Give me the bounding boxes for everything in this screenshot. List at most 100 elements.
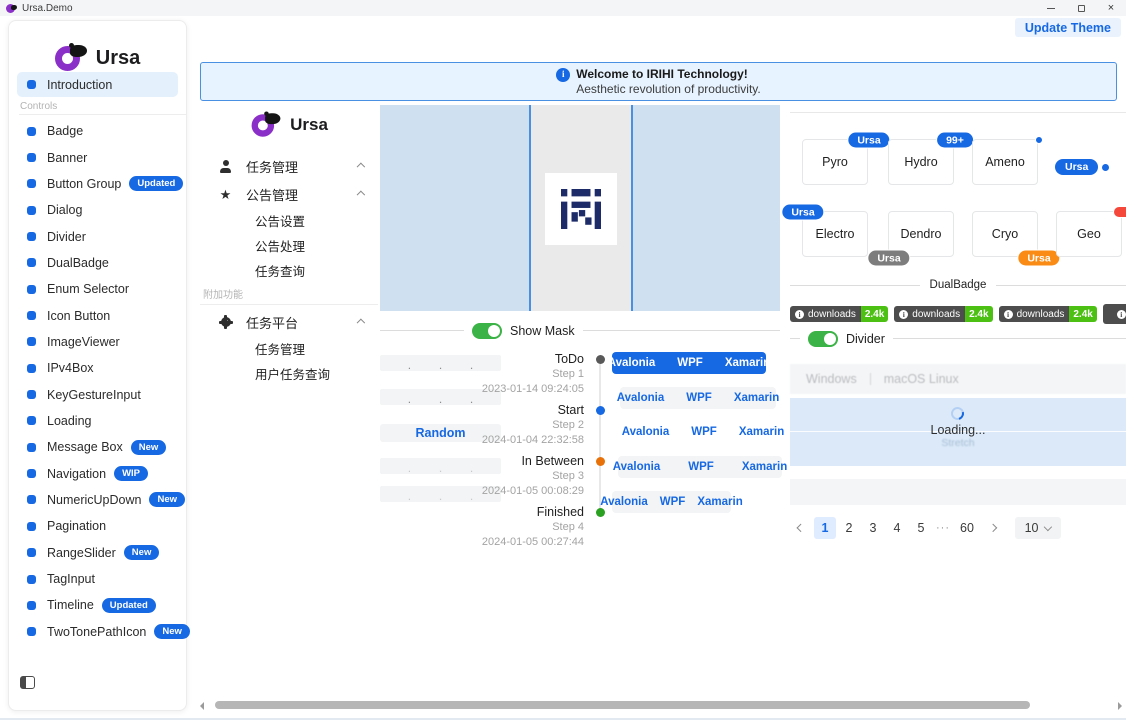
group-button-wpf[interactable]: WPF <box>675 392 723 404</box>
badge-pill: 99+ <box>936 132 974 149</box>
menu-group-item[interactable]: 任务管理 <box>200 152 378 180</box>
sidebar-item-icon-button[interactable]: Icon Button <box>17 302 186 328</box>
badge-card-cryo[interactable]: CryoUrsa <box>972 211 1038 257</box>
sidebar-item-ipv4box[interactable]: IPv4Box <box>17 355 186 381</box>
status-badge: WIP <box>114 466 148 481</box>
minimize-button[interactable] <box>1036 0 1066 16</box>
menu-group-item[interactable]: ★公告管理 <box>200 180 378 208</box>
sidebar-item-loading[interactable]: Loading <box>17 408 186 434</box>
group-button-xamarin[interactable]: Xamarin <box>714 357 781 369</box>
bullet-icon <box>27 627 36 636</box>
sidebar-item-button-group[interactable]: Button GroupUpdated <box>17 171 186 197</box>
image-viewer[interactable] <box>380 105 780 311</box>
bullet-icon <box>27 232 36 241</box>
group-button-wpf[interactable]: WPF <box>680 426 728 438</box>
badge-card-electro[interactable]: ElectroUrsa <box>802 211 868 257</box>
page-size-select[interactable]: 10 <box>1015 517 1061 539</box>
menu-subitem[interactable]: 公告处理 <box>200 233 378 258</box>
gear-icon <box>218 316 233 329</box>
divider <box>790 285 920 286</box>
page-button-1[interactable]: 1 <box>814 517 836 539</box>
sidebar-item-taginput[interactable]: TagInput <box>17 566 186 592</box>
status-badge: New <box>124 545 160 560</box>
sidebar-item-twotonepathicon[interactable]: TwoTonePathIconNew <box>17 619 186 645</box>
sidebar-item-dualbadge[interactable]: DualBadge <box>17 250 186 276</box>
badge-card-ameno[interactable]: Ameno <box>972 139 1038 185</box>
page-button-60[interactable]: 60 <box>954 517 980 539</box>
viewer-guide-line <box>529 105 531 311</box>
collapse-sidebar-icon[interactable] <box>20 676 35 689</box>
sidebar-item-navigation[interactable]: NavigationWIP <box>17 460 186 486</box>
menu-subitem[interactable]: 任务查询 <box>200 258 378 283</box>
page-button-2[interactable]: 2 <box>838 517 860 539</box>
ipv4-input[interactable]: ... <box>380 355 501 371</box>
page-button-5[interactable]: 5 <box>910 517 932 539</box>
page-button-3[interactable]: 3 <box>862 517 884 539</box>
sidebar-item-label: TwoTonePathIcon <box>47 625 146 639</box>
badge-card-dendro[interactable]: DendroUrsa <box>888 211 954 257</box>
horizontal-scrollbar[interactable] <box>196 699 1126 711</box>
minimize-icon <box>1047 8 1055 9</box>
group-button-avalonia[interactable]: Avalonia <box>606 392 676 404</box>
bullet-icon <box>27 127 36 136</box>
sidebar-item-keygestureinput[interactable]: KeyGestureInput <box>17 381 186 407</box>
sidebar-item-enum-selector[interactable]: Enum Selector <box>17 276 186 302</box>
maximize-button[interactable] <box>1066 0 1096 16</box>
disabled-tab: Windows <box>806 372 857 386</box>
sidebar-item-imageviewer[interactable]: ImageViewer <box>17 329 186 355</box>
show-mask-toggle[interactable] <box>472 323 502 339</box>
group-button-avalonia[interactable]: Avalonia <box>611 426 681 438</box>
group-button-wpf[interactable]: WPF <box>666 357 714 369</box>
badge-pill: Ursa <box>1017 250 1060 267</box>
ipv4-input[interactable]: ... <box>380 458 501 474</box>
dual-badge: idownloads2.4k <box>790 306 888 322</box>
badge-card-hydro[interactable]: Hydro99+ <box>888 139 954 185</box>
group-button-xamarin[interactable]: Xamarin <box>691 496 748 508</box>
scroll-left-icon[interactable] <box>200 702 204 710</box>
show-mask-label: Show Mask <box>510 324 575 338</box>
menu-subitem[interactable]: 用户任务查询 <box>200 361 378 386</box>
page-prev-button[interactable] <box>790 517 812 539</box>
dual-badge-count: 2.4k <box>965 306 992 322</box>
menu-subitem[interactable]: 任务管理 <box>200 336 378 361</box>
page-next-button[interactable] <box>982 517 1004 539</box>
badge-card-pyro[interactable]: PyroUrsa <box>802 139 868 185</box>
button-group: AvaloniaWPFXamarin <box>612 491 731 513</box>
sidebar-item-introduction[interactable]: Introduction <box>17 72 178 97</box>
badge-card-label: Cryo <box>992 227 1018 241</box>
page-button-4[interactable]: 4 <box>886 517 908 539</box>
group-button-wpf[interactable]: WPF <box>654 496 692 508</box>
menu-item-label: 公告处理 <box>255 236 305 255</box>
sidebar-item-rangeslider[interactable]: RangeSliderNew <box>17 540 186 566</box>
menu-group-item[interactable]: 任务平台 <box>200 308 378 336</box>
bullet-icon <box>27 548 36 557</box>
update-theme-button[interactable]: Update Theme <box>1015 18 1121 37</box>
sidebar-item-pagination[interactable]: Pagination <box>17 513 186 539</box>
timeline-title: Finished <box>537 505 584 519</box>
sidebar-item-divider[interactable]: Divider <box>17 223 186 249</box>
sidebar-item-dialog[interactable]: Dialog <box>17 197 186 223</box>
group-button-avalonia[interactable]: Avalonia <box>597 357 667 369</box>
sidebar-item-banner[interactable]: Banner <box>17 144 186 170</box>
group-button-avalonia[interactable]: Avalonia <box>594 496 654 508</box>
badge-card-geo[interactable]: Geo <box>1056 211 1122 257</box>
group-button-xamarin[interactable]: Xamarin <box>728 426 795 438</box>
divider-toggle[interactable] <box>808 331 838 347</box>
scroll-right-icon[interactable] <box>1118 702 1122 710</box>
group-button-wpf[interactable]: WPF <box>674 461 728 473</box>
timeline-item: ToDoStep 12023-01-14 09:24:05 <box>498 352 606 402</box>
timeline-time: 2024-01-05 00:27:44 <box>482 536 584 548</box>
sidebar: Ursa Introduction Controls BadgeBannerBu… <box>8 20 187 711</box>
group-button-xamarin[interactable]: Xamarin <box>723 392 790 404</box>
sidebar-item-timeline[interactable]: TimelineUpdated <box>17 592 186 618</box>
dual-badge: idownloads <box>1103 304 1126 324</box>
group-button-avalonia[interactable]: Avalonia <box>599 461 675 473</box>
timeline-step: Step 4 <box>552 521 584 533</box>
close-button[interactable]: × <box>1096 0 1126 16</box>
page-ellipsis: ··· <box>934 522 952 534</box>
sidebar-item-numericupdown[interactable]: NumericUpDownNew <box>17 487 186 513</box>
sidebar-item-badge[interactable]: Badge <box>17 118 186 144</box>
sidebar-item-message-box[interactable]: Message BoxNew <box>17 434 186 460</box>
menu-subitem[interactable]: 公告设置 <box>200 208 378 233</box>
scrollbar-thumb[interactable] <box>215 701 1030 709</box>
